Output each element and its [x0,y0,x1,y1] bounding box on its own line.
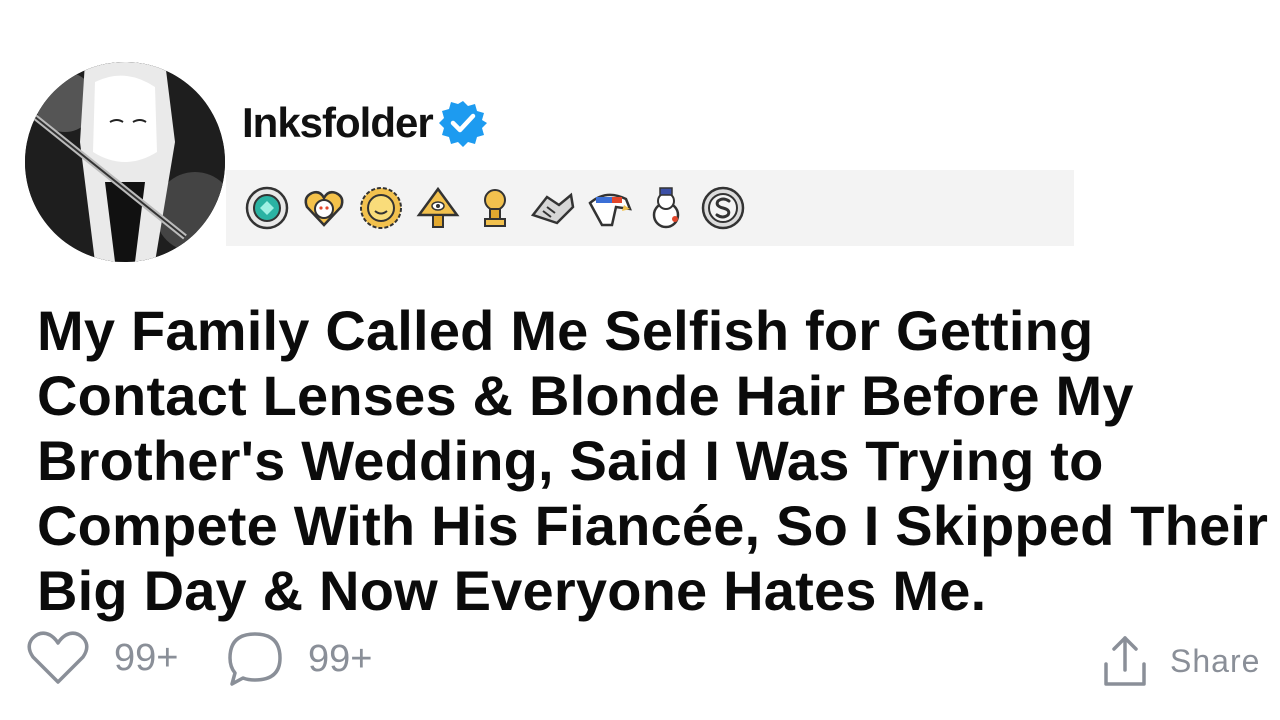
like-button[interactable]: 99+ [26,630,178,686]
verified-badge-icon [438,101,487,147]
user-header: Inksfolder [242,96,487,150]
heart-icon [27,631,89,684]
sun-face-award-icon[interactable] [358,185,404,231]
handshake-award-icon[interactable] [529,185,575,231]
share-button[interactable]: Share [1102,634,1260,688]
eagle-award-icon[interactable] [586,185,632,231]
avatar-illustration [25,62,225,262]
avatar[interactable] [25,62,225,262]
awards-bar [226,170,1074,246]
username[interactable]: Inksfolder [242,99,434,147]
pyramid-eye-award-icon[interactable] [415,185,461,231]
comment-bubble-icon [228,632,282,686]
share-label: Share [1170,642,1261,679]
post-title: My Family Called Me Selfish for Getting … [37,299,1269,622]
like-count: 99+ [114,636,179,679]
share-icon [1104,636,1146,686]
wholesome-heart-award-icon[interactable] [301,185,347,231]
diamond-gem-award-icon[interactable] [244,185,290,231]
comment-count: 99+ [308,637,373,680]
gold-trophy-award-icon[interactable] [472,185,518,231]
snowman-award-icon[interactable] [643,185,689,231]
comment-button[interactable]: 99+ [226,630,372,688]
silver-s-award-icon[interactable] [700,185,746,231]
